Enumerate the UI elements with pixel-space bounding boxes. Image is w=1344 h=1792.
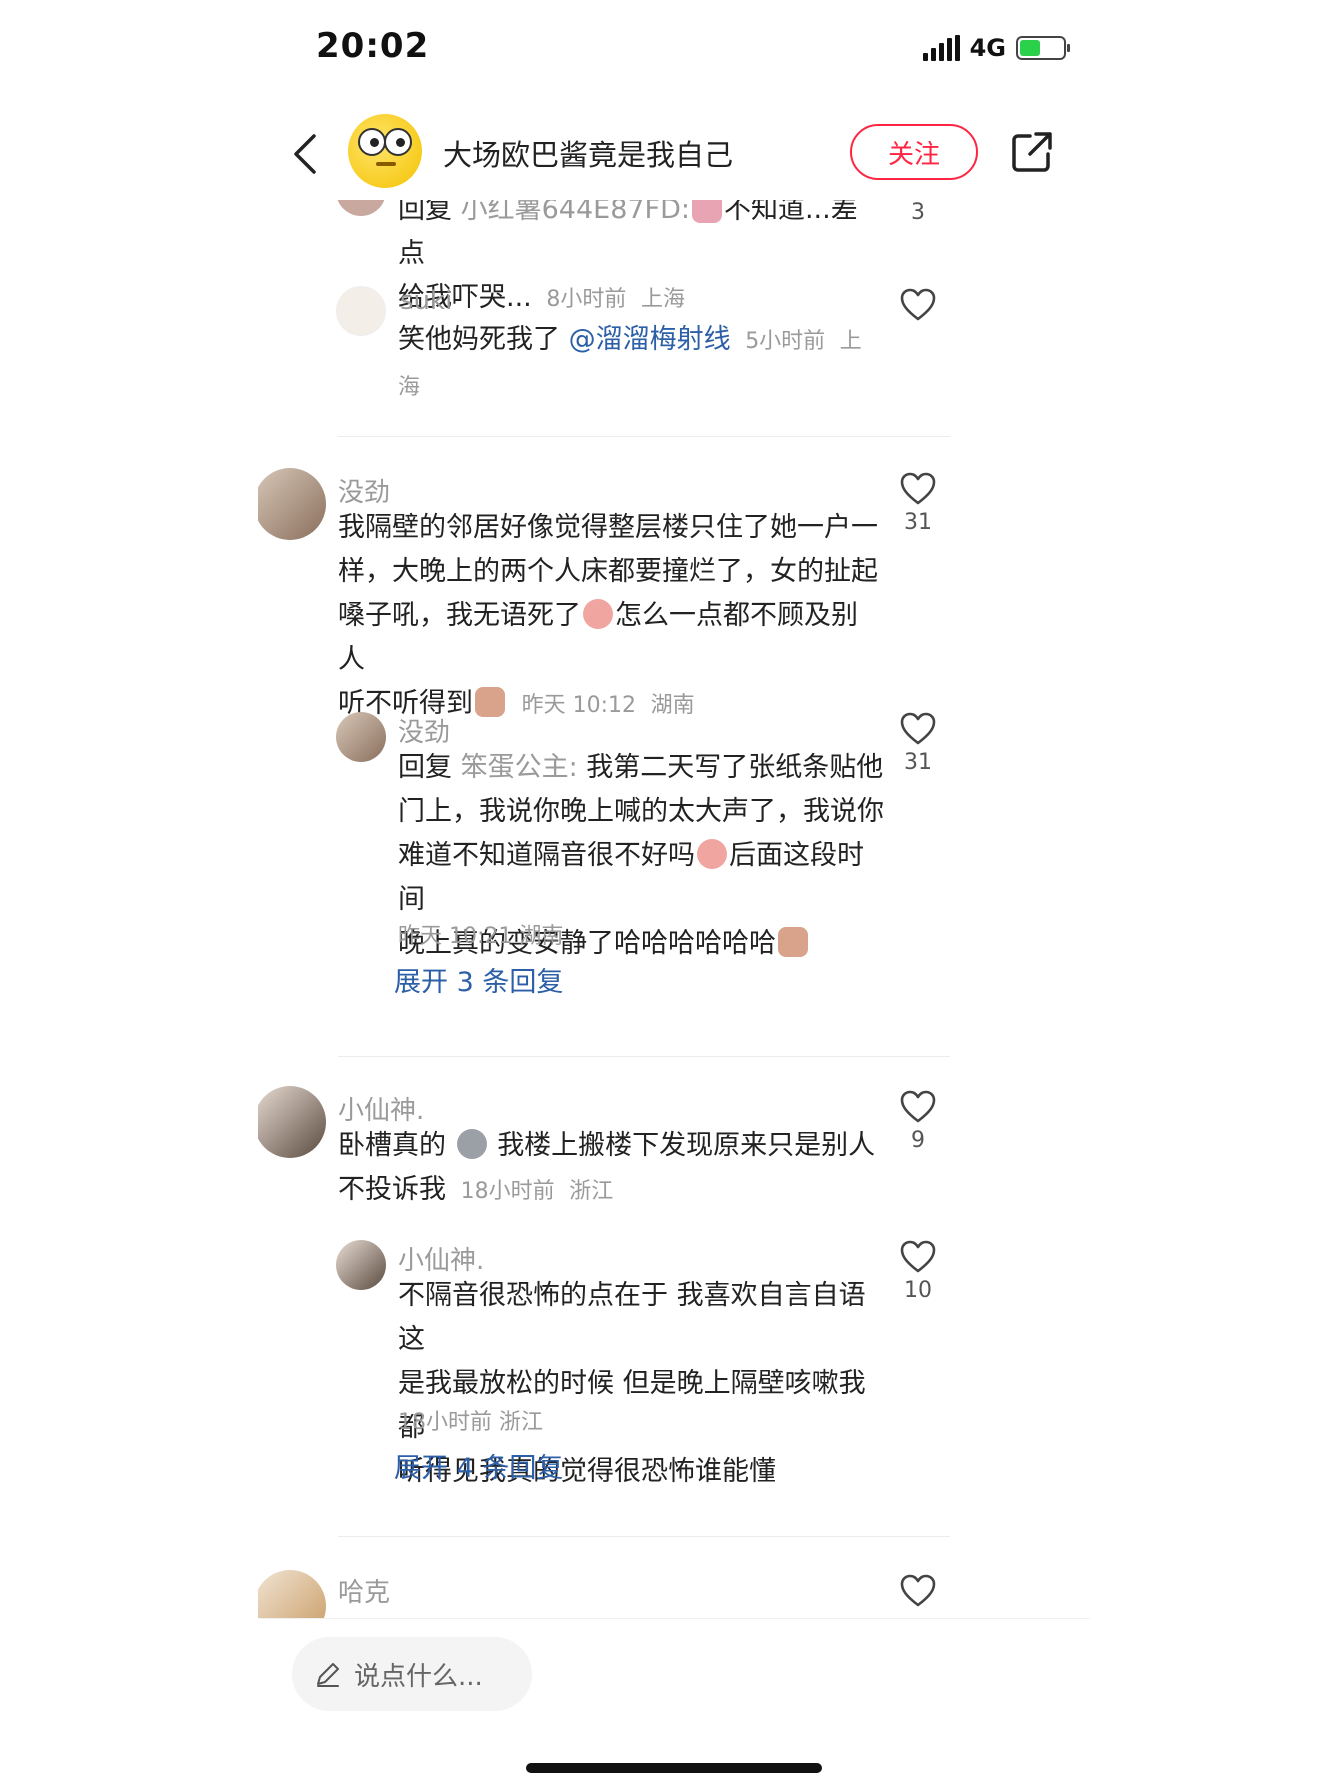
author-name[interactable]: 大场欧巴酱竟是我自己 bbox=[443, 132, 733, 174]
like-button[interactable]: 10 bbox=[888, 1240, 948, 1306]
comment-list[interactable]: 回复 小红薯644E87FD: 不知道...差点 给我吓哭... 8小时前 上海 … bbox=[258, 200, 1090, 1620]
reply-to-user[interactable]: 小红薯644E87FD: bbox=[461, 200, 690, 225]
avatar[interactable] bbox=[258, 1570, 326, 1620]
share-icon[interactable] bbox=[1010, 130, 1054, 174]
comment-meta: 18小时前 浙江 bbox=[398, 1410, 544, 1435]
like-button[interactable]: 3 bbox=[888, 200, 948, 228]
emoji-icon bbox=[697, 839, 727, 869]
comment-username[interactable]: 哈克 bbox=[338, 1572, 390, 1609]
like-count: 31 bbox=[904, 750, 932, 775]
emoji-icon bbox=[456, 1129, 487, 1159]
crying-emoji-icon bbox=[691, 200, 722, 223]
network-label: 4G bbox=[969, 34, 1006, 62]
comment-username[interactable]: 没劲 bbox=[398, 712, 450, 749]
note-header: 大场欧巴酱竟是我自己 关注 bbox=[258, 104, 1090, 204]
comment-text: 卧槽真的 我楼上搬楼下发现原来只是别人 不投诉我 18小时前 浙江 bbox=[338, 1129, 876, 1205]
comment-bar: 说点什么... bbox=[258, 1618, 1090, 1792]
like-count: 10 bbox=[904, 1278, 932, 1303]
comment-text: 回复 小红薯644E87FD: 不知道...差点 给我吓哭... 8小时前 上海 bbox=[398, 200, 868, 322]
avatar[interactable] bbox=[258, 1086, 326, 1158]
avatar[interactable] bbox=[258, 468, 326, 540]
status-bar: 20:02 4G bbox=[258, 0, 1090, 100]
avatar[interactable] bbox=[336, 1240, 386, 1290]
like-button[interactable]: 9 bbox=[888, 1090, 948, 1156]
avatar[interactable] bbox=[336, 200, 386, 216]
comment-username[interactable]: 小仙神. bbox=[398, 1240, 484, 1277]
emoji-icon bbox=[475, 687, 505, 717]
heart-icon bbox=[900, 1090, 936, 1123]
comment-username[interactable]: suki bbox=[400, 286, 452, 316]
comment-username[interactable]: 没劲 bbox=[338, 472, 390, 509]
like-button[interactable]: 31 bbox=[888, 712, 948, 778]
comment-meta: 昨天 10:21 湖南 bbox=[398, 924, 564, 949]
battery-icon bbox=[1016, 36, 1070, 60]
comment-username[interactable]: 小仙神. bbox=[338, 1090, 424, 1127]
like-count: 31 bbox=[904, 510, 932, 535]
avatar[interactable] bbox=[336, 712, 386, 762]
pencil-icon bbox=[317, 1663, 339, 1687]
divider bbox=[338, 1056, 950, 1057]
reply-to-user[interactable]: 笨蛋公主: bbox=[461, 752, 578, 783]
expand-replies-link[interactable]: 展开 4 条回复 bbox=[394, 1446, 563, 1485]
like-count: 9 bbox=[911, 1128, 925, 1153]
follow-button[interactable]: 关注 bbox=[850, 124, 978, 180]
home-indicator bbox=[526, 1763, 822, 1773]
mention-link[interactable]: @溜溜梅射线 bbox=[569, 324, 731, 355]
emoji-icon bbox=[583, 599, 613, 629]
comment-input[interactable]: 说点什么... bbox=[292, 1637, 532, 1711]
heart-icon bbox=[900, 1574, 936, 1607]
divider bbox=[338, 1536, 950, 1537]
divider bbox=[338, 436, 950, 437]
like-count: 3 bbox=[911, 200, 925, 225]
screen: 20:02 4G 大场欧巴酱竟是我自己 关注 回复 小红薯644E87FD: 不… bbox=[258, 0, 1090, 1792]
avatar[interactable] bbox=[336, 286, 386, 336]
heart-icon bbox=[900, 712, 936, 745]
expand-replies-link[interactable]: 展开 3 条回复 bbox=[394, 960, 563, 999]
status-icons: 4G bbox=[922, 34, 1070, 62]
comment-text: 笑他妈死我了 @溜溜梅射线 5小时前 上海 bbox=[398, 324, 862, 400]
like-button[interactable] bbox=[888, 288, 948, 322]
comment-text: 我隔壁的邻居好像觉得整层楼只住了她一户一 样，大晚上的两个人床都要撞烂了，女的扯… bbox=[338, 512, 878, 719]
like-button[interactable] bbox=[888, 1574, 948, 1608]
heart-icon bbox=[900, 472, 936, 505]
emoji-icon bbox=[778, 927, 808, 957]
heart-icon bbox=[900, 288, 936, 321]
signal-icon bbox=[922, 35, 960, 61]
like-button[interactable]: 31 bbox=[888, 472, 948, 538]
comment-input-placeholder: 说点什么... bbox=[354, 1661, 483, 1692]
author-avatar[interactable] bbox=[348, 114, 422, 188]
heart-icon bbox=[900, 1240, 936, 1273]
status-time: 20:02 bbox=[316, 26, 430, 66]
back-icon[interactable] bbox=[290, 132, 320, 176]
